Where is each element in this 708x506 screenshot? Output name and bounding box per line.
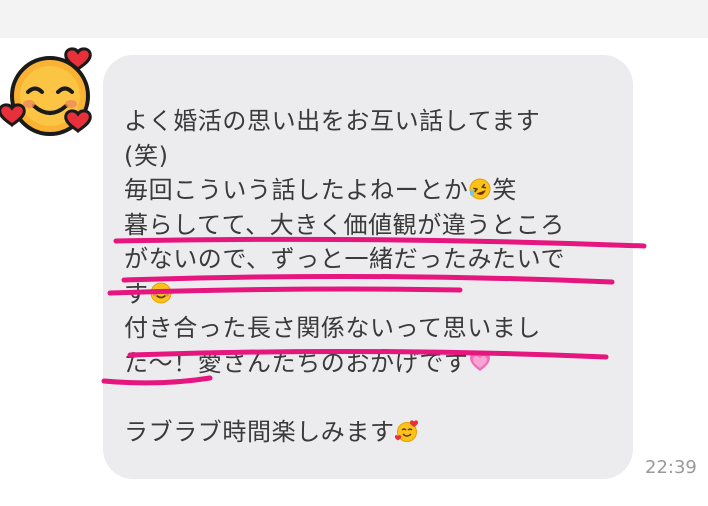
- message-line-10: ラブラブ時間楽しみます: [124, 417, 395, 446]
- smiling-emoji-icon: [150, 282, 172, 303]
- message-text: よく婚活の思い出をお互い話してます (笑) 毎回こういう話したよねーとか笑 暮ら…: [124, 104, 565, 449]
- sender-avatar-emoji-icon: [0, 47, 92, 136]
- message-line-7: 付き合った長さ関係ないって思いまし: [124, 314, 541, 342]
- message-line-3: 毎回こういう話したよねーとか: [124, 176, 469, 204]
- top-band: [0, 0, 708, 38]
- message-line-1: よく婚活の思い出をお互い話してます: [124, 107, 541, 135]
- heart-emoji-icon: [470, 352, 491, 371]
- message-timestamp: 22:39: [645, 457, 697, 478]
- rofl-emoji-icon: [469, 178, 491, 200]
- message-line-6: す: [124, 279, 149, 308]
- message-line-3-end: 笑: [492, 176, 518, 204]
- message-line-5: がないので、ずっと一緒だったみたいで: [124, 245, 566, 273]
- message-line-2: (笑): [124, 141, 169, 170]
- message-line-4: 暮らしてて、大きく価値観が違うところ: [124, 210, 565, 239]
- message-line-8: た〜！愛さんたちのおかげです: [124, 348, 469, 377]
- hearts-face-emoji-icon: [394, 419, 418, 442]
